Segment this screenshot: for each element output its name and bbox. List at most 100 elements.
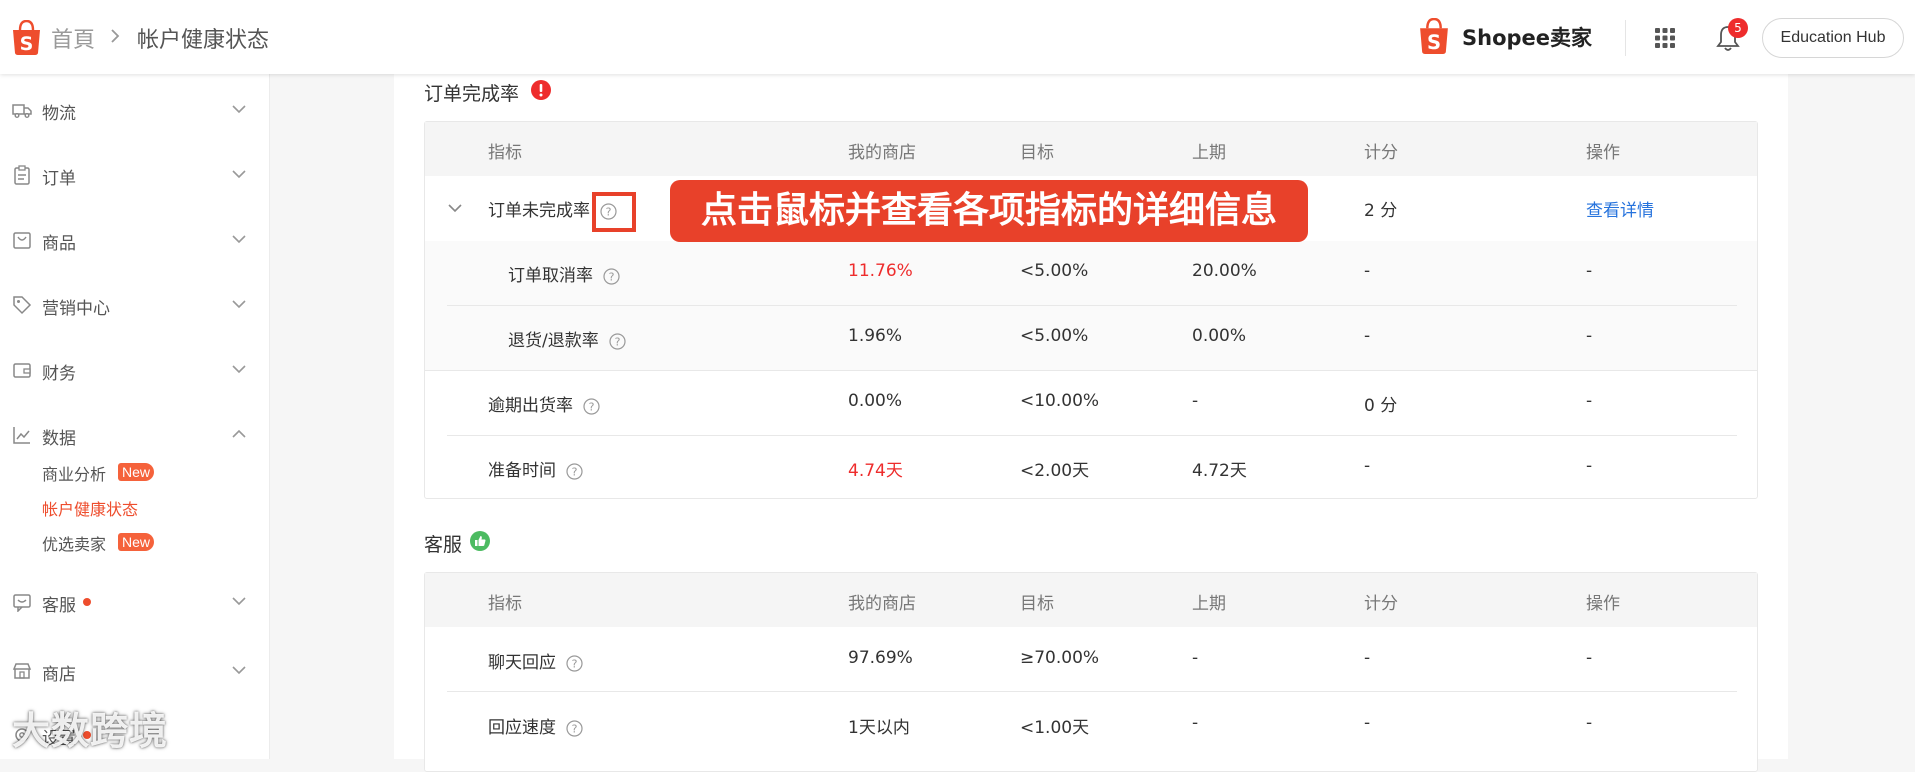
table-row: 回应速度? 1天以内 <1.00天 - - - — [425, 692, 1757, 756]
apps-grid-icon[interactable] — [1654, 27, 1676, 49]
wallet-icon — [13, 363, 31, 378]
metric-label: 准备时间 — [488, 461, 556, 481]
table-row: 逾期出货率? 0.00% <10.00% - 0 分 - — [425, 371, 1757, 435]
clipboard-icon — [14, 165, 30, 185]
column-header: 上期 — [1192, 143, 1226, 163]
truck-icon — [12, 104, 32, 118]
sidebar-subitem-business-analysis[interactable]: 商业分析 — [42, 461, 106, 485]
table-row: 准备时间? 4.74天 <2.00天 4.72天 - - — [425, 436, 1757, 499]
chevron-down-icon — [232, 235, 246, 244]
sidebar-item-label: 数据 — [42, 429, 76, 449]
metric-name: 退货/退款率? — [508, 326, 626, 351]
svg-text:?: ? — [614, 335, 620, 348]
metric-label: 退货/退款率 — [508, 331, 599, 351]
view-details-link[interactable]: 查看详情 — [1586, 196, 1654, 221]
svg-text:?: ? — [572, 657, 578, 670]
my-store-value: 97.69% — [848, 648, 913, 668]
table-row: 聊天回应? 97.69% ≥70.00% - - - — [425, 627, 1757, 691]
target-value: <2.00天 — [1020, 461, 1090, 481]
box-icon — [13, 232, 31, 249]
action-value: - — [1586, 456, 1593, 476]
metric-label: 聊天回应 — [488, 653, 556, 673]
sidebar-item-orders[interactable]: 订单 — [0, 160, 270, 190]
column-header: 我的商店 — [848, 143, 916, 163]
previous-value: - — [1192, 648, 1199, 668]
top-header: S 首頁 帐户健康状态 S Shopee卖家 5 Education Hub — [0, 0, 1915, 74]
sidebar-item-marketing[interactable]: 营销中心 — [0, 290, 270, 320]
column-header: 我的商店 — [848, 594, 916, 614]
my-store-value: 1.96% — [848, 326, 903, 346]
sidebar-item-logistics[interactable]: 物流 — [0, 95, 270, 125]
tutorial-callout: 点击鼠标并查看各项指标的详细信息 — [670, 180, 1308, 242]
order-completion-table: 指标 我的商店 目标 上期 计分 操作 订单未完成率? 2 分 查看详情 订单取… — [424, 121, 1758, 499]
breadcrumb-current: 帐户健康状态 — [137, 28, 270, 53]
target-value: ≥70.00% — [1020, 648, 1100, 668]
previous-value: - — [1192, 391, 1199, 411]
sidebar-item-finance[interactable]: 财务 — [0, 355, 270, 385]
chevron-right-icon — [111, 29, 120, 43]
sidebar-subitem-preferred-seller[interactable]: 优选卖家 — [42, 531, 106, 555]
score-value: - — [1364, 648, 1371, 668]
score-value: - — [1364, 326, 1371, 346]
new-badge: New — [118, 533, 155, 551]
watermark-logo: 大数跨境 — [12, 709, 169, 753]
order-completion-title: 订单完成率 — [424, 83, 520, 105]
target-value: <1.00天 — [1020, 718, 1090, 738]
chevron-down-icon — [232, 105, 246, 114]
score-value: 0 分 — [1364, 396, 1398, 416]
score-value: - — [1364, 713, 1371, 733]
breadcrumb-home-link[interactable]: 首頁 — [51, 22, 95, 54]
action-value: - — [1586, 713, 1593, 733]
sidebar-item-customer-service[interactable]: 客服 — [0, 587, 270, 617]
metric-name: 准备时间? — [488, 456, 583, 481]
sidebar-subitem-account-health[interactable]: 帐户健康状态 — [42, 496, 138, 520]
svg-text:?: ? — [589, 400, 595, 413]
svg-text:?: ? — [572, 465, 578, 478]
education-hub-button[interactable]: Education Hub — [1762, 18, 1904, 58]
sidebar-item-store[interactable]: 商店 — [0, 656, 270, 686]
thumbs-up-icon — [470, 531, 490, 551]
column-header: 操作 — [1586, 143, 1620, 163]
help-icon[interactable]: ? — [566, 462, 583, 480]
customer-service-title: 客服 — [424, 534, 463, 556]
sidebar-item-label: 客服 — [42, 596, 76, 616]
column-header: 上期 — [1192, 594, 1226, 614]
svg-text:S: S — [1427, 31, 1441, 54]
sidebar-item-label: 物流 — [42, 104, 76, 124]
column-header: 指标 — [488, 594, 522, 614]
action-value: - — [1586, 326, 1593, 346]
help-icon[interactable]: ? — [609, 332, 626, 350]
help-icon[interactable]: ? — [583, 397, 600, 415]
notification-dot — [83, 598, 91, 606]
store-icon — [12, 663, 32, 679]
my-store-value: 1天以内 — [848, 718, 910, 738]
column-header: 操作 — [1586, 594, 1620, 614]
target-value: <10.00% — [1020, 391, 1100, 411]
shopee-logo-icon[interactable]: S — [10, 20, 43, 55]
score-value: - — [1364, 261, 1371, 281]
column-header: 目标 — [1020, 594, 1054, 614]
header-divider — [1625, 20, 1626, 56]
chevron-down-icon — [232, 597, 246, 606]
column-header: 计分 — [1364, 594, 1398, 614]
my-store-value: 11.76% — [848, 261, 913, 281]
help-icon[interactable]: ? — [566, 654, 583, 672]
help-icon[interactable]: ? — [566, 719, 583, 737]
chevron-down-icon — [232, 170, 246, 179]
new-badge: New — [118, 463, 155, 481]
table-row: 退货/退款率? 1.96% <5.00% 0.00% - - — [425, 306, 1757, 370]
metric-label: 逾期出货率 — [488, 396, 573, 416]
previous-value: 20.00% — [1192, 261, 1257, 281]
help-icon[interactable]: ? — [603, 267, 620, 285]
previous-value: 0.00% — [1192, 326, 1247, 346]
sidebar: 物流 订单 商品 营销中心 财务 数据 商业分析 New 帐户健康状态 优选卖家… — [0, 74, 270, 759]
sidebar-item-data[interactable]: 数据 — [0, 420, 270, 450]
table-row: 订单取消率? 11.76% <5.00% 20.00% - - — [425, 241, 1757, 305]
chat-icon — [13, 594, 31, 612]
sidebar-item-label: 订单 — [42, 169, 76, 189]
sidebar-item-products[interactable]: 商品 — [0, 225, 270, 255]
metric-name: 订单取消率? — [508, 261, 620, 286]
previous-value: 4.72天 — [1192, 461, 1247, 481]
chevron-down-icon[interactable] — [447, 202, 463, 214]
previous-value: - — [1192, 713, 1199, 733]
